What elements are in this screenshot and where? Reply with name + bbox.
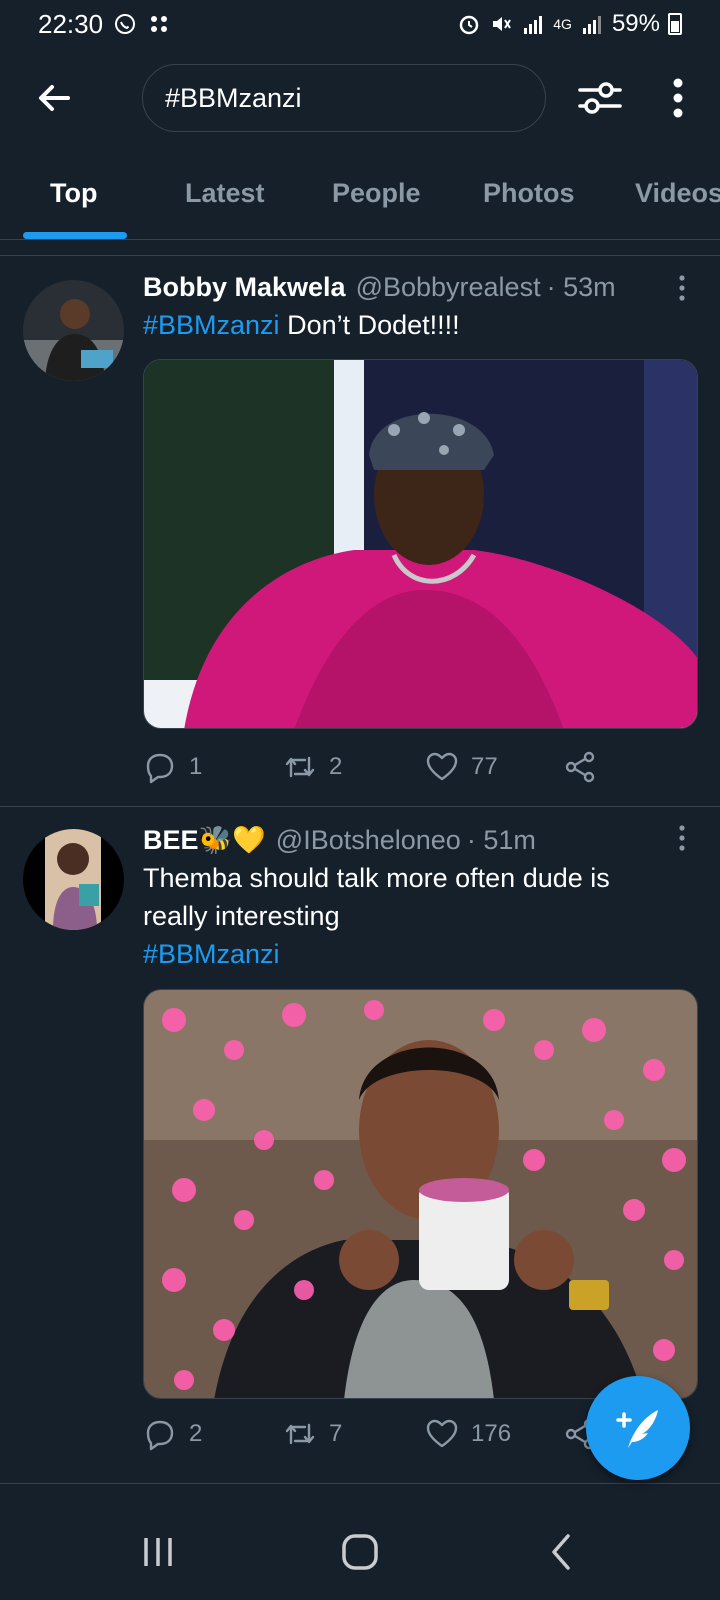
tweet-text-line: really interesting: [143, 901, 340, 931]
tweet-media-image[interactable]: [143, 359, 698, 729]
retweet-button[interactable]: 2: [283, 750, 342, 784]
avatar[interactable]: [23, 280, 124, 381]
search-input[interactable]: [165, 82, 523, 114]
search-input-container[interactable]: [142, 64, 546, 132]
status-bar: 22:30 4G 59%: [0, 0, 720, 48]
tweet-media-image[interactable]: [143, 989, 698, 1399]
back-arrow-icon[interactable]: [32, 76, 76, 120]
share-button[interactable]: [563, 750, 597, 784]
battery-icon: [668, 13, 682, 35]
tweet-photo: [144, 990, 697, 1398]
tweet-text: #BBMzanzi Don’t Dodet!!!!: [143, 306, 683, 344]
reply-count: 2: [189, 1420, 203, 1447]
signal-icon: [524, 16, 543, 34]
avatar-image: [23, 829, 124, 930]
heart-icon: [426, 1419, 458, 1448]
retweet-count: 2: [329, 753, 343, 780]
battery-percent: 59%: [611, 10, 660, 37]
alarm-icon: [460, 15, 479, 35]
tweet-author-handle[interactable]: @IBotsheloneo: [276, 825, 461, 856]
tweet-header: BEE 🐝💛 @IBotsheloneo · 51m: [143, 824, 536, 856]
status-time: 22:30: [38, 8, 104, 39]
tab-latest[interactable]: Latest: [185, 178, 265, 209]
like-count: 77: [471, 753, 498, 780]
hashtag-link[interactable]: #BBMzanzi: [143, 310, 280, 340]
tweet-actions: 2 7 176: [143, 1417, 663, 1457]
avatar[interactable]: [23, 829, 124, 930]
retweet-count: 7: [329, 1420, 343, 1447]
whatsapp-icon: [115, 14, 136, 34]
system-navigation-bar: [0, 1500, 720, 1600]
tweet-actions: 1 2 77: [143, 750, 663, 790]
tweet-text-content: Don’t Dodet!!!!: [287, 310, 460, 340]
like-count: 176: [471, 1420, 512, 1447]
tweet-time: · 53m: [546, 272, 616, 302]
heart-icon: [426, 752, 458, 781]
tweet-header: Bobby Makwela @Bobbyrealest · 53m: [143, 272, 616, 303]
mute-icon: [493, 17, 512, 31]
hashtag-link[interactable]: #BBMzanzi: [143, 935, 683, 973]
tab-videos[interactable]: Videos: [635, 178, 720, 209]
retweet-icon: [285, 1423, 315, 1445]
recent-apps-icon[interactable]: [136, 1530, 180, 1574]
signal-icon-2: [582, 16, 601, 34]
search-tabs: Top Latest People Photos Videos: [0, 160, 720, 240]
like-button[interactable]: 176: [425, 1417, 511, 1451]
tweet[interactable]: Bobby Makwela @Bobbyrealest · 53m #BBMza…: [0, 256, 720, 806]
divider: [0, 1483, 720, 1484]
retweet-icon: [285, 756, 315, 778]
like-button[interactable]: 77: [425, 750, 498, 784]
tweet-time: · 51m: [466, 825, 536, 855]
reply-button[interactable]: 2: [143, 1417, 202, 1451]
reply-icon: [146, 1420, 174, 1451]
notification-dots-icon: [151, 16, 168, 32]
tweet-author-name[interactable]: Bobby Makwela: [143, 272, 346, 303]
search-header: [0, 58, 720, 138]
tweet-photo: [144, 360, 697, 728]
reply-count: 1: [189, 753, 203, 780]
compose-tweet-button[interactable]: [586, 1376, 690, 1480]
active-tab-indicator: [23, 232, 127, 239]
reply-button[interactable]: 1: [143, 750, 202, 784]
compose-feather-icon: [616, 1410, 658, 1448]
tweet-more-icon[interactable]: [676, 824, 688, 852]
tweet-author-name[interactable]: BEE: [143, 825, 199, 856]
more-options-icon[interactable]: [664, 76, 692, 120]
reply-icon: [146, 753, 174, 784]
retweet-button[interactable]: 7: [283, 1417, 342, 1451]
tweet-author-handle[interactable]: @Bobbyrealest: [356, 272, 541, 303]
back-nav-icon[interactable]: [540, 1530, 584, 1574]
share-icon: [565, 751, 595, 783]
home-icon[interactable]: [338, 1530, 382, 1574]
tab-top[interactable]: Top: [50, 178, 97, 209]
network-type: 4G: [553, 16, 572, 32]
tab-people[interactable]: People: [332, 178, 421, 209]
search-filter-icon[interactable]: [576, 74, 624, 122]
tweet-more-icon[interactable]: [676, 274, 688, 302]
tab-photos[interactable]: Photos: [483, 178, 575, 209]
tweet-author-emoji: 🐝💛: [198, 825, 266, 855]
tweet-text-line: Themba should talk more often dude is: [143, 863, 610, 893]
tweet-text: Themba should talk more often dude is re…: [143, 859, 683, 973]
avatar-image: [23, 280, 124, 381]
